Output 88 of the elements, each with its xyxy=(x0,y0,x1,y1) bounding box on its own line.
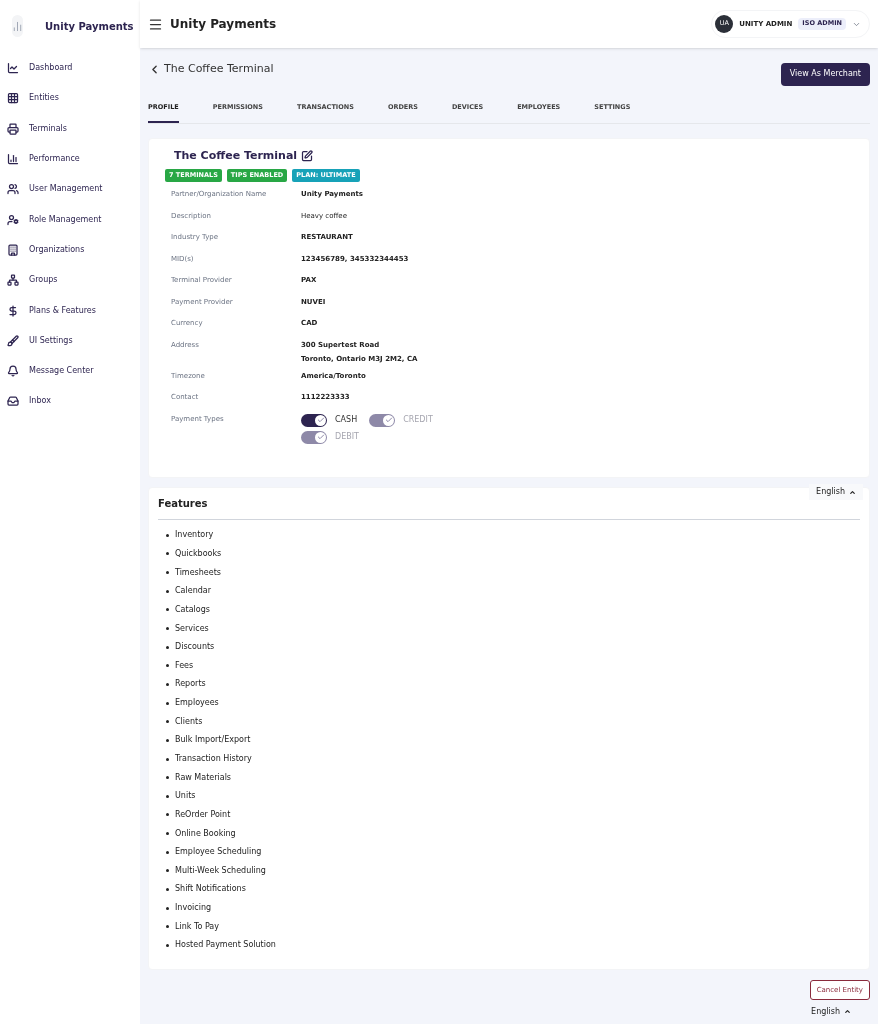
bar-chart-icon xyxy=(7,153,19,166)
brush-icon xyxy=(7,334,19,347)
feature-item: Reports xyxy=(175,678,206,691)
bullet-icon xyxy=(166,608,169,612)
feature-item: Quickbooks xyxy=(175,547,222,560)
feature-item: Multi-Week Scheduling xyxy=(175,864,266,877)
bullet-icon xyxy=(166,850,169,854)
bullet-icon xyxy=(166,552,169,556)
line-chart-icon xyxy=(7,62,19,75)
sidebar-item[interactable]: Groups xyxy=(0,265,140,296)
sidebar-item[interactable]: Terminals xyxy=(0,113,140,144)
sidebar-item[interactable]: Message Center xyxy=(0,355,140,387)
toggle-label: DEBIT xyxy=(335,430,359,443)
feature-item: Services xyxy=(175,622,209,635)
feature-item: Employees xyxy=(175,697,219,710)
toggle-switch[interactable] xyxy=(301,413,327,427)
language-selector[interactable]: English xyxy=(804,1003,858,1020)
feature-item: Fees xyxy=(175,659,194,672)
feature-item: Employee Scheduling xyxy=(175,846,262,859)
edit-icon[interactable] xyxy=(301,150,314,163)
header-title: Unity Payments xyxy=(170,16,277,33)
sidebar-item[interactable]: Plans & Features xyxy=(0,295,140,326)
inbox-icon xyxy=(7,395,19,408)
feature-item: Inventory xyxy=(175,529,214,542)
features-title: Features xyxy=(158,497,208,511)
menu-icon[interactable] xyxy=(148,16,163,32)
hierarchy-icon xyxy=(7,274,19,287)
bullet-icon xyxy=(166,757,169,761)
feature-item: Shift Notifications xyxy=(175,883,246,896)
bullet-icon xyxy=(166,925,169,929)
language-selector[interactable]: English xyxy=(809,484,863,500)
grid-icon xyxy=(7,92,19,105)
bullet-icon xyxy=(166,776,169,780)
dollar-icon xyxy=(7,304,19,317)
feature-item: Online Booking xyxy=(175,827,236,840)
feature-item: ReOrder Point xyxy=(175,808,231,821)
bullet-icon xyxy=(166,571,169,575)
sidebar-item[interactable]: User Management xyxy=(0,174,140,205)
caret-up-icon xyxy=(849,488,856,496)
feature-item: Discounts xyxy=(175,641,215,654)
caret-up-icon xyxy=(844,1008,851,1015)
sidebar-item[interactable]: Entities xyxy=(0,83,140,114)
page-title: The Coffee Terminal xyxy=(164,60,274,77)
feature-item: Units xyxy=(175,790,196,803)
bullet-icon xyxy=(166,794,169,798)
building-icon xyxy=(7,243,19,256)
bullet-icon xyxy=(166,589,169,593)
bullet-icon xyxy=(166,888,169,891)
feature-item: Hosted Payment Solution xyxy=(175,939,276,952)
bullet-icon xyxy=(166,869,169,873)
bullet-icon xyxy=(166,701,169,705)
bullet-icon xyxy=(166,943,169,947)
feature-item: Raw Materials xyxy=(175,771,232,784)
bullet-icon xyxy=(166,664,169,668)
sidebar-item[interactable]: Organizations xyxy=(0,234,140,266)
sidebar-item[interactable]: Performance xyxy=(0,143,140,175)
logo-icon xyxy=(12,15,23,37)
user-gear-icon xyxy=(7,213,19,226)
bullet-icon xyxy=(166,813,169,817)
bullet-icon xyxy=(166,906,169,910)
sidebar-item[interactable]: Dashboard xyxy=(0,53,140,84)
feature-item: Catalogs xyxy=(175,603,210,616)
bullet-icon xyxy=(166,533,169,537)
entity-name: The Coffee Terminal xyxy=(174,148,298,164)
check-icon xyxy=(384,416,393,425)
users-icon xyxy=(7,183,19,196)
bullet-icon xyxy=(166,720,169,724)
bullet-icon xyxy=(166,832,169,836)
bullet-icon xyxy=(166,645,169,649)
feature-item: Calendar xyxy=(175,585,211,598)
printer-icon xyxy=(7,122,19,135)
sidebar-item[interactable]: Inbox xyxy=(0,386,140,417)
sidebar-item[interactable]: UI Settings xyxy=(0,325,140,356)
toggle-label: CREDIT xyxy=(403,413,433,426)
sidebar-item[interactable]: Role Management xyxy=(0,204,140,235)
feature-item: Clients xyxy=(175,715,203,728)
view-as-merchant-button[interactable]: View As Merchant xyxy=(780,62,870,86)
bullet-icon xyxy=(166,627,169,630)
feature-item: Transaction History xyxy=(175,753,252,765)
feature-item: Timesheets xyxy=(175,566,221,579)
feature-item: Link To Pay xyxy=(175,920,219,933)
feature-item: Invoicing xyxy=(175,902,212,915)
brand-name: Unity Payments xyxy=(45,19,134,34)
bullet-icon xyxy=(166,738,169,742)
feature-item: Bulk Import/Export xyxy=(175,734,251,747)
bullet-icon xyxy=(166,682,169,686)
toggle-label: CASH xyxy=(335,413,358,426)
bell-icon xyxy=(7,365,19,378)
